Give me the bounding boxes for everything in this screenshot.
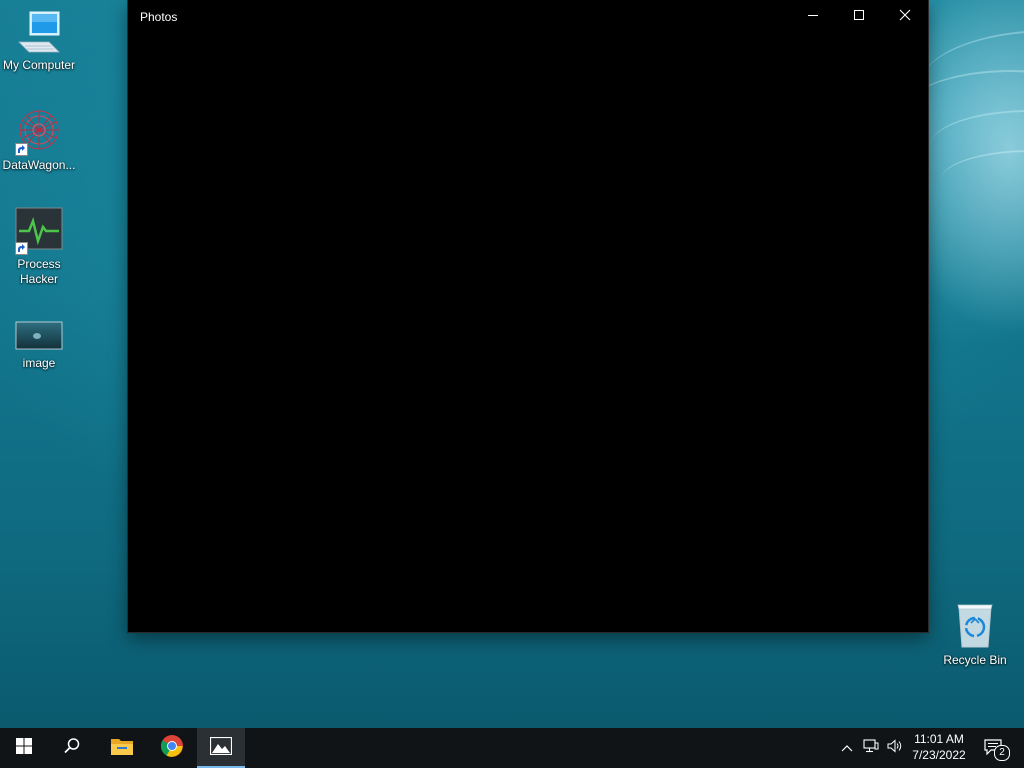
shortcut-arrow-icon bbox=[15, 242, 28, 255]
taskbar-clock[interactable]: 11:01 AM 7/23/2022 bbox=[905, 731, 973, 763]
desktop-icon-label: DataWagon... bbox=[2, 158, 76, 172]
datawagon-icon bbox=[15, 108, 63, 156]
minimize-button[interactable] bbox=[790, 0, 836, 33]
desktop-icon-label: My Computer bbox=[2, 58, 76, 72]
desktop-icon-label: image bbox=[22, 356, 56, 370]
desktop-icon-label: Process Hacker bbox=[17, 257, 61, 286]
network-button[interactable] bbox=[861, 728, 881, 768]
show-hidden-icons-button[interactable] bbox=[838, 728, 856, 768]
desktop-icon-label: Recycle Bin bbox=[943, 653, 1007, 667]
taskbar bbox=[0, 728, 1024, 768]
minimize-icon bbox=[807, 8, 819, 26]
shortcut-arrow-icon bbox=[15, 143, 28, 156]
network-icon bbox=[863, 738, 879, 758]
desktop-icon-process-hacker[interactable]: Process Hacker bbox=[1, 207, 77, 287]
windows-start-icon bbox=[16, 737, 32, 759]
photos-window[interactable]: Photos bbox=[128, 0, 928, 632]
taskbar-chrome[interactable] bbox=[148, 728, 196, 768]
desktop-icon-my-computer[interactable]: My Computer bbox=[1, 8, 77, 73]
window-titlebar[interactable]: Photos bbox=[128, 0, 928, 33]
start-button[interactable] bbox=[0, 728, 48, 768]
clock-date: 7/23/2022 bbox=[912, 748, 966, 762]
maximize-button[interactable] bbox=[836, 0, 882, 33]
taskbar-file-explorer[interactable] bbox=[98, 728, 146, 768]
search-icon bbox=[63, 737, 81, 760]
action-center-button[interactable]: 2 bbox=[978, 728, 1012, 768]
window-title: Photos bbox=[140, 10, 178, 24]
image-file-icon bbox=[15, 314, 63, 354]
desktop-icon-image[interactable]: image bbox=[1, 314, 77, 371]
photo-viewer-canvas[interactable] bbox=[128, 33, 928, 632]
photos-icon bbox=[209, 736, 233, 760]
close-button[interactable] bbox=[882, 0, 928, 33]
search-button[interactable] bbox=[48, 728, 96, 768]
process-hacker-icon bbox=[15, 207, 63, 255]
volume-icon bbox=[887, 738, 903, 758]
desktop-icon-recycle-bin[interactable]: Recycle Bin bbox=[937, 603, 1013, 668]
notification-icon: 2 bbox=[984, 738, 1010, 761]
taskbar-photos[interactable] bbox=[197, 728, 245, 768]
chevron-up-icon bbox=[841, 739, 853, 757]
notification-count-badge: 2 bbox=[994, 745, 1010, 761]
file-explorer-icon bbox=[110, 736, 134, 761]
desktop-icon-datawagon[interactable]: DataWagon... bbox=[1, 108, 77, 173]
volume-button[interactable] bbox=[885, 728, 905, 768]
recycle-bin-icon bbox=[951, 603, 999, 651]
close-icon bbox=[899, 8, 911, 26]
chrome-icon bbox=[160, 734, 184, 763]
maximize-icon bbox=[853, 8, 865, 26]
computer-icon bbox=[15, 8, 63, 56]
clock-time: 11:01 AM bbox=[914, 732, 964, 746]
